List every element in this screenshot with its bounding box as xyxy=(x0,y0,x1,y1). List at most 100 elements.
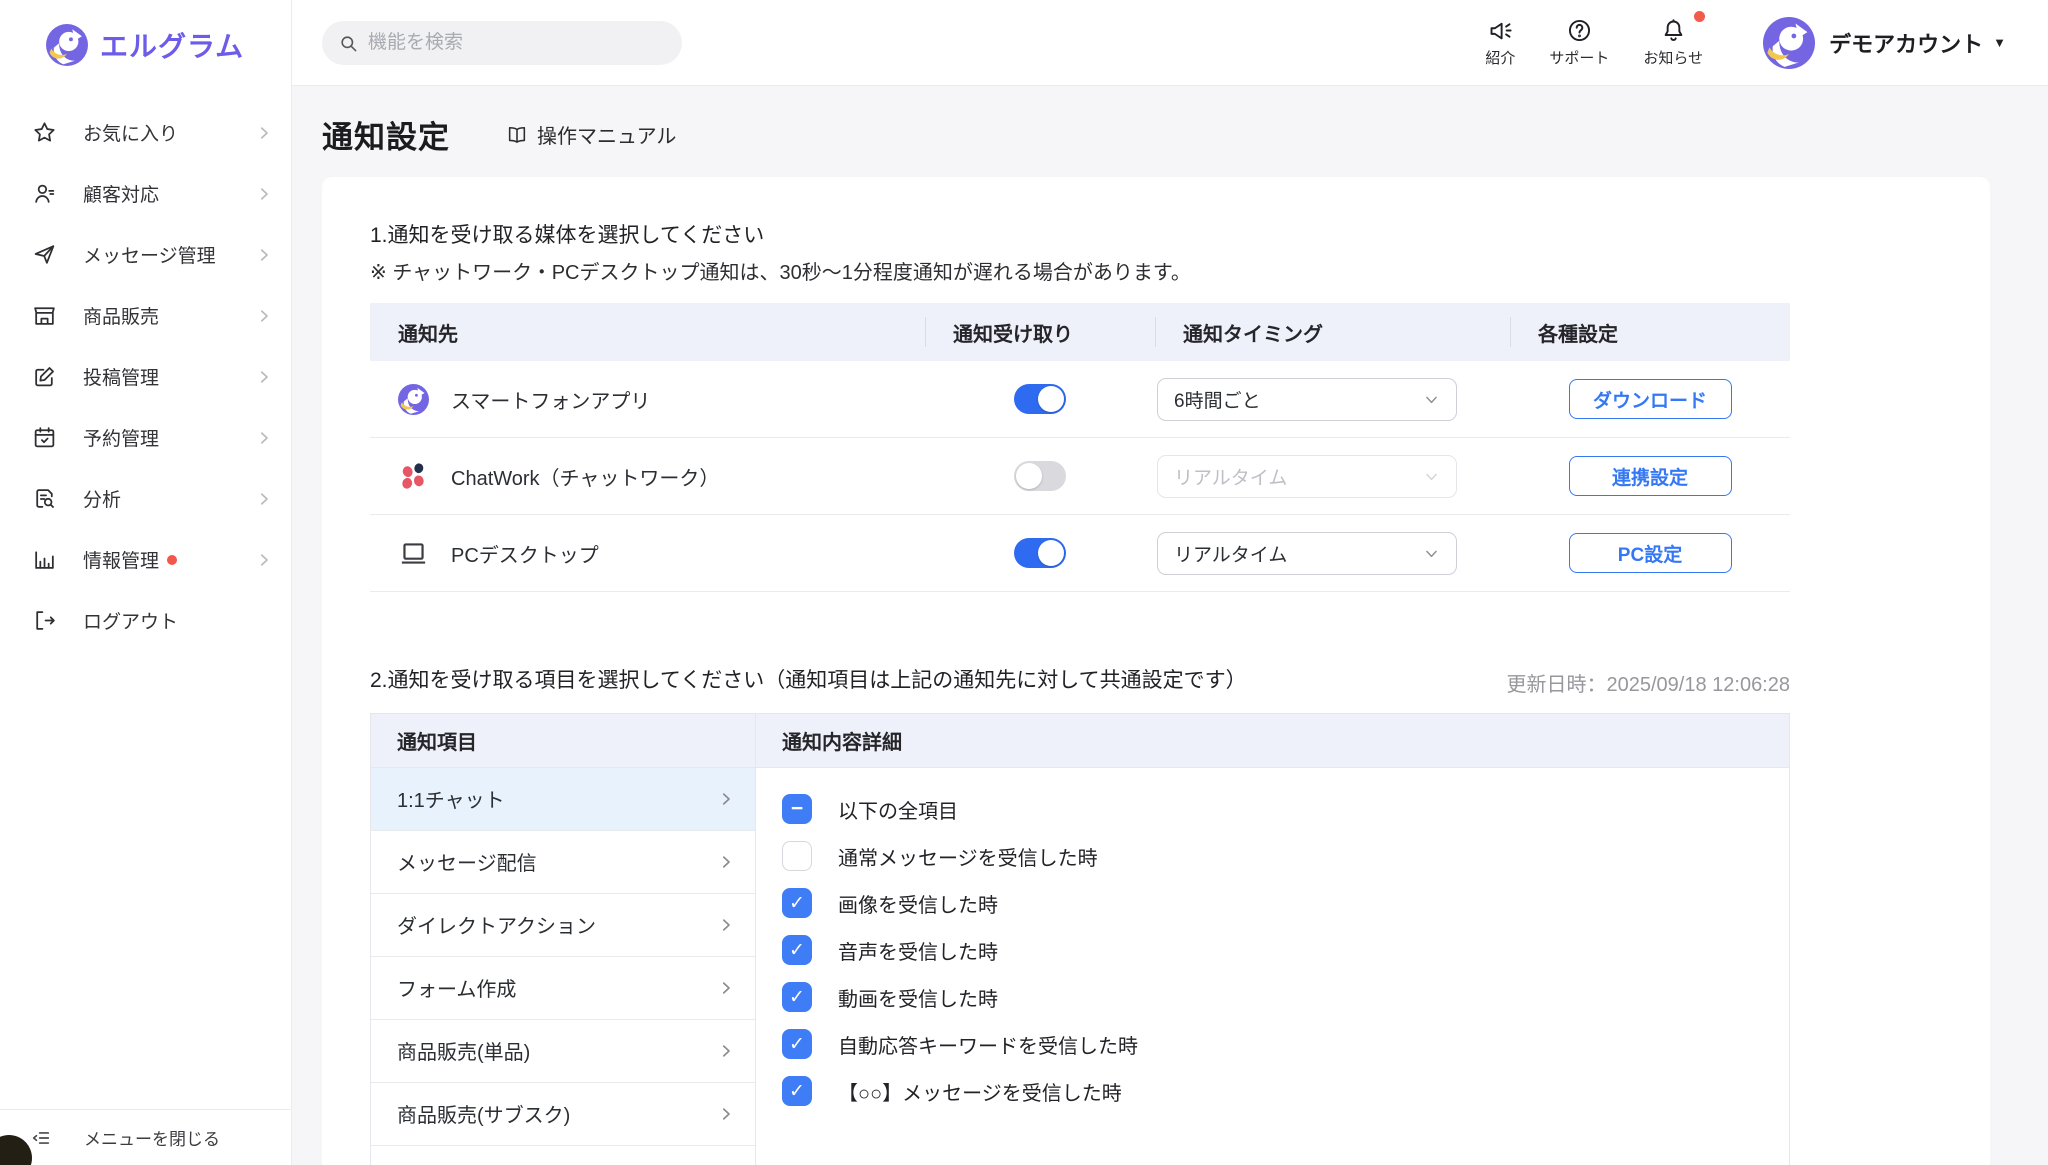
sidebar-item-logout[interactable]: ログアウト xyxy=(0,590,291,651)
store-icon xyxy=(32,303,57,328)
pc-timing-select[interactable]: リアルタイム xyxy=(1157,532,1457,575)
sidebar-item-information-management[interactable]: 情報管理 xyxy=(0,529,291,590)
detail-checkbox-list: 以下の全項目 通常メッセージを受信した時 画像を受信した時 音声を受信 xyxy=(756,768,1789,1115)
chevron-right-icon xyxy=(255,246,273,264)
col-header-timing: 通知タイミング xyxy=(1155,303,1510,361)
checkbox-label: 【○○】メッセージを受信した時 xyxy=(838,1077,1122,1106)
checkbox-label: 以下の全項目 xyxy=(838,795,958,824)
sidebar-item-product-sales[interactable]: 商品販売 xyxy=(0,285,291,346)
chevron-right-icon xyxy=(255,185,273,203)
category-1on1-chat[interactable]: 1:1チャット xyxy=(371,768,755,831)
sidebar-item-label: メッセージ管理 xyxy=(83,241,216,268)
sidebar-item-post-management[interactable]: 投稿管理 xyxy=(0,346,291,407)
notification-dot xyxy=(1694,11,1705,22)
checkbox-normal-message[interactable] xyxy=(782,841,812,871)
news-button[interactable]: お知らせ xyxy=(1643,17,1703,68)
search-input[interactable] xyxy=(322,21,682,65)
chatwork-icon xyxy=(398,461,429,492)
account-name: デモアカウント xyxy=(1829,27,1983,59)
edit-icon xyxy=(32,364,57,389)
section1-heading: 1.通知を受け取る媒体を選択してください xyxy=(370,221,1942,251)
brand-bird-icon xyxy=(46,24,88,66)
send-icon xyxy=(32,242,57,267)
app-logo[interactable]: エルグラム xyxy=(0,0,291,66)
chevron-right-icon xyxy=(717,1105,735,1123)
sidebar-item-favorites[interactable]: お気に入り xyxy=(0,102,291,163)
link-settings-button[interactable]: 連携設定 xyxy=(1569,456,1732,496)
pc-desktop-toggle[interactable] xyxy=(1014,538,1066,568)
smartphone-timing-select[interactable]: 6時間ごと xyxy=(1157,378,1457,421)
category-system-notification[interactable]: システム通知 xyxy=(371,1146,755,1165)
settings-card: 1.通知を受け取る媒体を選択してください ※ チャットワーク・PCデスクトップ通… xyxy=(322,177,1990,1165)
chevron-right-icon xyxy=(717,1042,735,1060)
media-row-smartphone: スマートフォンアプリ 6時間ごと ダウンロード xyxy=(370,361,1790,438)
checkbox-video-received[interactable] xyxy=(782,982,812,1012)
laptop-icon xyxy=(398,538,429,569)
section2-head: 2.通知を受け取る項目を選択してください（通知項目は上記の通知先に対して共通設定… xyxy=(370,666,1790,696)
star-icon xyxy=(32,120,57,145)
checkbox-image-received[interactable] xyxy=(782,888,812,918)
book-icon xyxy=(506,124,528,146)
chevron-right-icon xyxy=(255,368,273,386)
media-table: 通知先 通知受け取り 通知タイミング 各種設定 スマートフォンアプリ xyxy=(370,303,1790,592)
notification-items-column: 通知項目 1:1チャット メッセージ配信 ダイレクトアクション フォー xyxy=(371,714,756,1165)
bell-icon xyxy=(1660,17,1687,44)
category-direct-action[interactable]: ダイレクトアクション xyxy=(371,894,755,957)
media-name: スマートフォンアプリ xyxy=(451,385,650,414)
detail-row-marked-message: 【○○】メッセージを受信した時 xyxy=(782,1068,1789,1115)
bar-chart-icon xyxy=(32,547,57,572)
checkbox-all-items[interactable] xyxy=(782,794,812,824)
help-circle-icon xyxy=(1566,17,1593,44)
account-menu[interactable]: デモアカウント ▼ xyxy=(1763,17,2006,69)
intro-button[interactable]: 紹介 xyxy=(1485,17,1515,68)
sidebar-item-analysis[interactable]: 分析 xyxy=(0,468,291,529)
chatwork-timing-select[interactable]: リアルタイム xyxy=(1157,455,1457,498)
checkbox-label: 通常メッセージを受信した時 xyxy=(838,842,1098,871)
manual-link[interactable]: 操作マニュアル xyxy=(506,120,676,149)
chevron-down-icon xyxy=(1423,468,1440,485)
category-label: ダイレクトアクション xyxy=(397,910,717,939)
chevron-down-icon xyxy=(1423,391,1440,408)
megaphone-icon xyxy=(1487,17,1514,44)
checkbox-label: 自動応答キーワードを受信した時 xyxy=(838,1030,1138,1059)
sidebar: エルグラム お気に入り 顧客対応 メッセージ管理 商品販売 投稿管理 xyxy=(0,0,292,1165)
category-form-creation[interactable]: フォーム作成 xyxy=(371,957,755,1020)
chatwork-toggle[interactable] xyxy=(1014,461,1066,491)
logout-icon xyxy=(32,608,57,633)
category-message-delivery[interactable]: メッセージ配信 xyxy=(371,831,755,894)
sidebar-item-label: ログアウト xyxy=(83,607,178,634)
pc-settings-button[interactable]: PC設定 xyxy=(1569,533,1732,573)
details-column-header: 通知内容詳細 xyxy=(756,714,1789,768)
sidebar-item-message-management[interactable]: メッセージ管理 xyxy=(0,224,291,285)
category-product-subscription[interactable]: 商品販売(サブスク) xyxy=(371,1083,755,1146)
smartphone-app-icon xyxy=(398,384,429,415)
support-button[interactable]: サポート xyxy=(1549,17,1609,68)
smartphone-toggle[interactable] xyxy=(1014,384,1066,414)
media-name: ChatWork（チャットワーク） xyxy=(451,462,719,491)
category-product-single[interactable]: 商品販売(単品) xyxy=(371,1020,755,1083)
sidebar-item-label: 予約管理 xyxy=(83,424,159,451)
download-button[interactable]: ダウンロード xyxy=(1569,379,1732,419)
sidebar-item-label: 商品販売 xyxy=(83,302,159,329)
checkbox-auto-reply-keyword[interactable] xyxy=(782,1029,812,1059)
media-row-chatwork: ChatWork（チャットワーク） リアルタイム 連携設定 xyxy=(370,438,1790,515)
col-header-receive: 通知受け取り xyxy=(925,303,1155,361)
chevron-down-icon: ▼ xyxy=(1993,35,2006,50)
detail-row-video: 動画を受信した時 xyxy=(782,974,1789,1021)
chevron-right-icon xyxy=(255,551,273,569)
section1-note: ※ チャットワーク・PCデスクトップ通知は、30秒〜1分程度通知が遅れる場合があ… xyxy=(370,256,1942,285)
sidebar-item-label: 情報管理 xyxy=(83,546,159,573)
menu-collapse-label: メニューを閉じる xyxy=(84,1125,220,1150)
checkbox-audio-received[interactable] xyxy=(782,935,812,965)
sidebar-item-reservation-management[interactable]: 予約管理 xyxy=(0,407,291,468)
menu-collapse-button[interactable]: メニューを閉じる xyxy=(0,1109,291,1165)
checkbox-label: 動画を受信した時 xyxy=(838,983,998,1012)
page-content: 通知設定 操作マニュアル 1.通知を受け取る媒体を選択してください ※ チャット… xyxy=(292,86,2048,1165)
action-label: サポート xyxy=(1549,47,1609,68)
checkbox-marked-message[interactable] xyxy=(782,1076,812,1106)
sidebar-item-customer-support[interactable]: 顧客対応 xyxy=(0,163,291,224)
sidebar-nav: お気に入り 顧客対応 メッセージ管理 商品販売 投稿管理 予約管理 xyxy=(0,102,291,1109)
page-head: 通知設定 操作マニュアル xyxy=(322,86,1990,177)
calendar-check-icon xyxy=(32,425,57,450)
chevron-right-icon xyxy=(255,307,273,325)
